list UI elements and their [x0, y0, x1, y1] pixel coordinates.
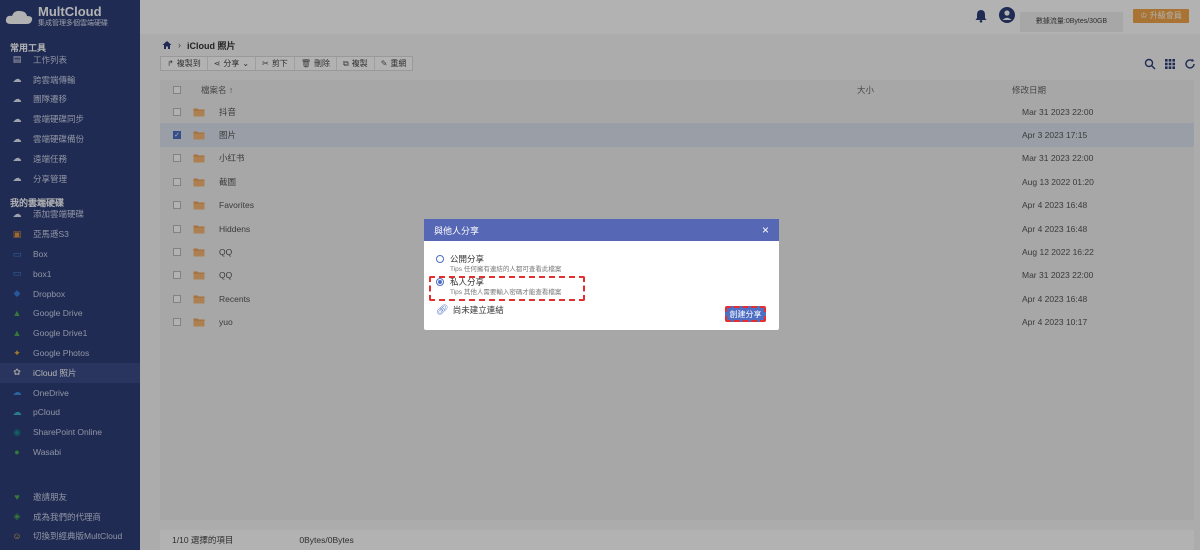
- link-status-label: 尚未建立連結: [452, 305, 504, 315]
- link-status: 🔗︎ 尚未建立連結: [436, 304, 504, 316]
- link-icon: 🔗︎: [436, 304, 449, 316]
- create-share-button[interactable]: 創建分享: [725, 306, 766, 322]
- public-share-label: 公開分享: [450, 254, 485, 264]
- public-share-tip: Tips 任何擁有連結的人都可查看此檔案: [450, 266, 562, 273]
- close-icon[interactable]: ×: [762, 223, 769, 237]
- share-dialog: 與他人分享 × 公開分享 Tips 任何擁有連結的人都可查看此檔案 私人分享 T…: [424, 219, 779, 330]
- dialog-title: 與他人分享: [434, 225, 480, 236]
- public-share-radio[interactable]: [436, 255, 444, 263]
- dialog-header: 與他人分享 ×: [424, 219, 779, 241]
- public-share-option[interactable]: 公開分享 Tips 任何擁有連結的人都可查看此檔案: [436, 253, 561, 275]
- private-share-highlight: [429, 276, 585, 301]
